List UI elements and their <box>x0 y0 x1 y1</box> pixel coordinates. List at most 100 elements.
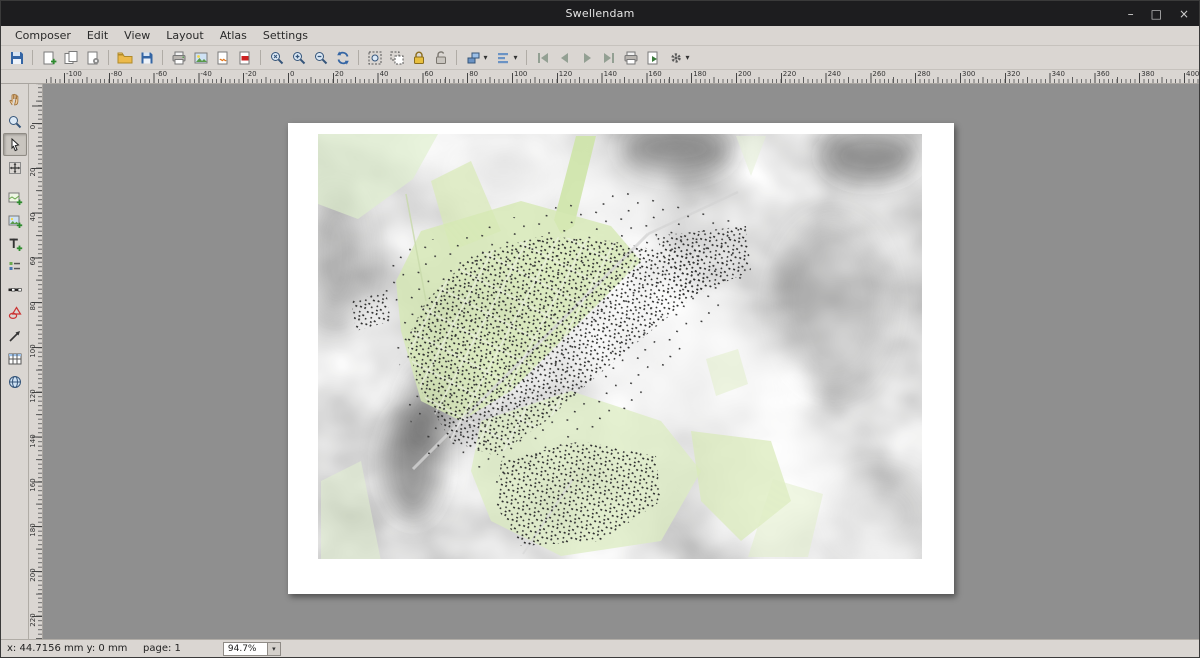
save-project-button[interactable] <box>6 47 28 69</box>
new-composer-icon <box>41 50 57 66</box>
raise-items-button[interactable]: ▾ <box>462 47 492 69</box>
zoom-full-button[interactable] <box>266 47 288 69</box>
print-atlas-button[interactable] <box>620 47 642 69</box>
close-button[interactable]: × <box>1179 8 1189 20</box>
group-items-button[interactable] <box>364 47 386 69</box>
add-label-tool-button[interactable] <box>3 232 27 255</box>
export-pdf-button[interactable] <box>234 47 256 69</box>
maximize-button[interactable]: □ <box>1151 8 1162 20</box>
pan-tool-button[interactable] <box>3 87 27 110</box>
export-svg-button[interactable] <box>212 47 234 69</box>
menu-item-settings[interactable]: Settings <box>255 27 316 44</box>
toolbar-separator <box>162 50 164 65</box>
ungroup-items-button[interactable] <box>386 47 408 69</box>
atlas-settings-button[interactable]: ▾ <box>664 47 694 69</box>
align-items-button[interactable]: ▾ <box>492 47 522 69</box>
add-shape-icon <box>7 305 23 321</box>
add-image-tool-button[interactable] <box>3 209 27 232</box>
zoom-combobox[interactable]: 94.7% ▾ <box>223 642 281 656</box>
cursor-position: x: 44.7156 mm y: 0 mm <box>7 643 135 654</box>
atlas-next-button[interactable] <box>576 47 598 69</box>
select-move-item-tool-button[interactable] <box>3 133 27 156</box>
zoom-dropdown-arrow-icon[interactable]: ▾ <box>267 643 280 655</box>
raise-items-icon <box>466 50 482 66</box>
atlas-last-button[interactable] <box>598 47 620 69</box>
v-ruler-label: 0 <box>29 112 37 142</box>
new-composer-button[interactable] <box>38 47 60 69</box>
h-ruler-label: 0 <box>290 70 294 78</box>
h-ruler-label: 20 <box>335 70 344 78</box>
zoom-in-button[interactable] <box>288 47 310 69</box>
window-title: Swellendam <box>1 7 1199 20</box>
item-toolbox <box>1 84 29 639</box>
statusbar: x: 44.7156 mm y: 0 mm page: 1 94.7% ▾ <box>1 639 1199 657</box>
move-content-icon <box>7 160 23 176</box>
refresh-view-button[interactable] <box>332 47 354 69</box>
save-template-icon <box>139 50 155 66</box>
atlas-first-button[interactable] <box>532 47 554 69</box>
v-ruler-label: 120 <box>29 381 37 411</box>
v-ruler-label: 180 <box>29 515 37 545</box>
save-as-template-button[interactable] <box>136 47 158 69</box>
save-icon <box>9 50 25 66</box>
h-ruler-label: 280 <box>917 70 930 78</box>
zoom-value: 94.7% <box>224 644 267 654</box>
add-html-frame-tool-button[interactable] <box>3 370 27 393</box>
layout-canvas <box>43 84 1199 639</box>
export-image-button[interactable] <box>190 47 212 69</box>
h-ruler-label: 300 <box>962 70 975 78</box>
zoom-tool-button[interactable] <box>3 110 27 133</box>
toolbar-separator <box>32 50 34 65</box>
add-legend-tool-button[interactable] <box>3 255 27 278</box>
horizontal-ruler: -100-80-60-40-20020406080100120140160180… <box>43 70 1199 84</box>
export-image-icon <box>193 50 209 66</box>
vertical-ruler: 020406080100120140160180200220 <box>29 84 43 639</box>
menu-item-edit[interactable]: Edit <box>79 27 116 44</box>
add-attribute-table-tool-button[interactable] <box>3 347 27 370</box>
duplicate-composer-button[interactable] <box>60 47 82 69</box>
toolbar-separator <box>526 50 528 65</box>
export-svg-icon <box>215 50 231 66</box>
add-image-icon <box>7 213 23 229</box>
h-ruler-label: 180 <box>693 70 706 78</box>
add-map-tool-button[interactable] <box>3 186 27 209</box>
zoom-out-button[interactable] <box>310 47 332 69</box>
add-html-icon <box>7 374 23 390</box>
h-ruler-label: 160 <box>648 70 661 78</box>
atlas-prev-button[interactable] <box>554 47 576 69</box>
add-shape-tool-button[interactable] <box>3 301 27 324</box>
swellendam-map <box>318 134 922 559</box>
duplicate-composer-icon <box>63 50 79 66</box>
add-arrow-tool-button[interactable] <box>3 324 27 347</box>
add-scalebar-tool-button[interactable] <box>3 278 27 301</box>
group-items-icon <box>367 50 383 66</box>
atlas-first-icon <box>535 50 551 66</box>
v-ruler-label: 60 <box>29 246 37 276</box>
unlock-icon <box>433 50 449 66</box>
map-item-preview[interactable] <box>318 134 922 559</box>
folder-icon <box>117 50 133 66</box>
page[interactable] <box>288 123 954 594</box>
export-atlas-button[interactable] <box>642 47 664 69</box>
menu-item-atlas[interactable]: Atlas <box>212 27 255 44</box>
atlas-prev-icon <box>557 50 573 66</box>
h-ruler-major-ticks <box>43 73 1199 83</box>
add-arrow-icon <box>7 328 23 344</box>
atlas-next-icon <box>579 50 595 66</box>
move-item-content-tool-button[interactable] <box>3 156 27 179</box>
minimize-button[interactable]: – <box>1128 8 1134 20</box>
toolbar-separator <box>260 50 262 65</box>
composer-manager-button[interactable] <box>82 47 104 69</box>
menu-item-composer[interactable]: Composer <box>7 27 79 44</box>
window-controls: – □ × <box>1128 1 1189 26</box>
load-template-button[interactable] <box>114 47 136 69</box>
print-button[interactable] <box>168 47 190 69</box>
menu-item-view[interactable]: View <box>116 27 158 44</box>
lock-items-button[interactable] <box>408 47 430 69</box>
h-ruler-label: 80 <box>469 70 478 78</box>
printer-icon <box>171 50 187 66</box>
toolbar-separator <box>108 50 110 65</box>
v-ruler-label: 200 <box>29 560 37 590</box>
unlock-all-button[interactable] <box>430 47 452 69</box>
menu-item-layout[interactable]: Layout <box>158 27 211 44</box>
